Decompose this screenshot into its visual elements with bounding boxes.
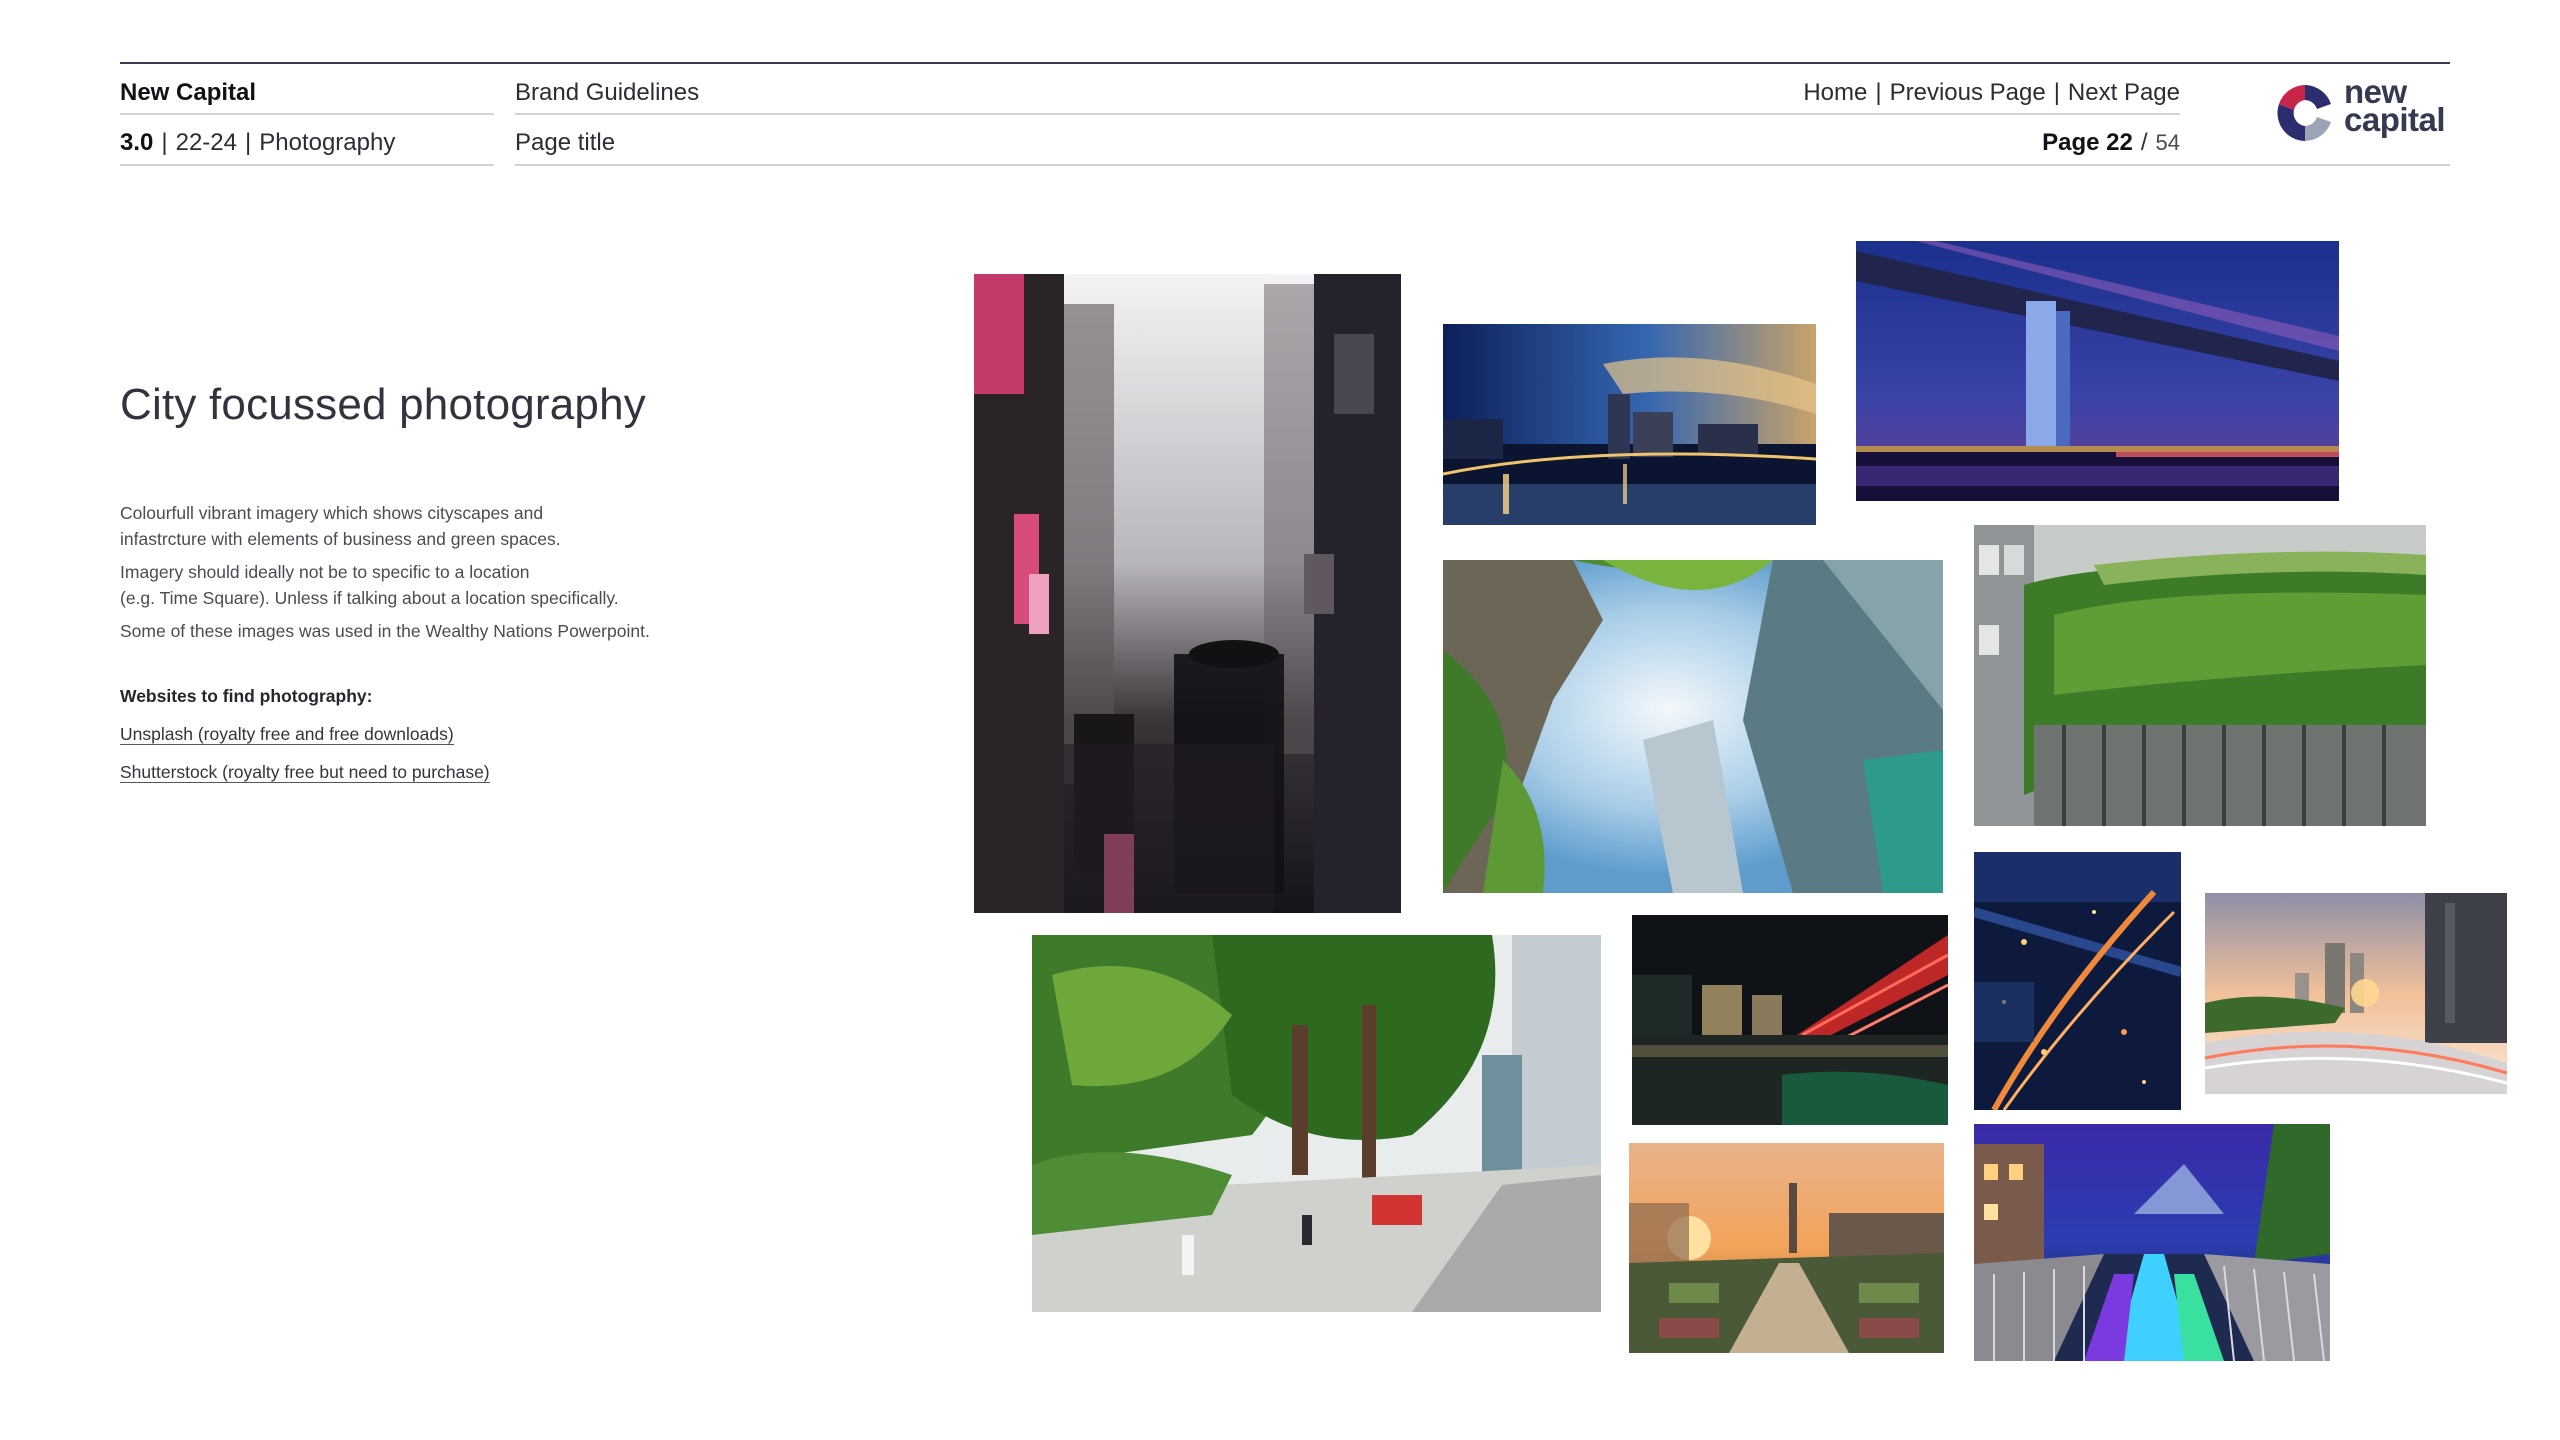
nav-next-page-link[interactable]: Next Page (2068, 79, 2180, 106)
section-name: Photography (259, 129, 396, 156)
description-line: Some of these images was used in the Wea… (120, 621, 650, 641)
description-paragraph-2: Imagery should ideally not be to specifi… (120, 559, 619, 611)
logo-wordmark: new capital (2344, 75, 2446, 138)
photo-aerial-city-night (1974, 852, 2181, 1110)
description-paragraph-3: Some of these images was used in the Wea… (120, 618, 650, 644)
header-top-rule (120, 62, 2450, 64)
photo-skyscrapers-up (1443, 560, 1943, 893)
description-paragraph-1: Colourfull vibrant imagery which shows c… (120, 500, 561, 552)
photo-helix-bridge (1632, 915, 1948, 1125)
section-info: 3.0 | 22-24 | Photography (120, 129, 396, 156)
photo-highway-sunset (2205, 893, 2507, 1094)
section-number: 3.0 (120, 129, 154, 156)
description-line: Imagery should ideally not be to specifi… (120, 562, 530, 582)
photo-harbour-skyline (1443, 324, 1816, 525)
photo-tree-lined-street (1032, 935, 1601, 1312)
photo-links-list: Unsplash (royalty free and free download… (120, 722, 454, 746)
page-indicator: Page 22/54 (2042, 129, 2180, 156)
section-heading: City focussed photography (120, 380, 646, 429)
header-divider (515, 164, 2450, 166)
header-divider (120, 164, 494, 166)
photo-illuminated-walkway (1974, 1124, 2330, 1361)
description-line: (e.g. Time Square). Unless if talking ab… (120, 588, 619, 608)
header-divider (120, 113, 494, 115)
document-title: Brand Guidelines (515, 79, 700, 106)
logo-mark-icon (2277, 85, 2331, 141)
section-pages: 22-24 (175, 129, 237, 156)
unsplash-link[interactable]: Unsplash (royalty free and free download… (120, 724, 454, 745)
page-navigation: Home | Previous Page | Next Page (1803, 79, 2180, 106)
page-total: 54 (2155, 130, 2180, 155)
new-capital-logo[interactable]: new capital (2272, 75, 2462, 148)
brand-name: New Capital (120, 79, 257, 106)
photo-rainy-street (974, 274, 1401, 913)
nav-previous-page-link[interactable]: Previous Page (1890, 79, 2046, 106)
links-heading: Websites to find photography: (120, 686, 373, 706)
photo-green-wall (1974, 525, 2426, 826)
page-number: Page 22 (2042, 129, 2133, 156)
logo-word-capital: capital (2344, 101, 2446, 138)
shutterstock-link[interactable]: Shutterstock (royalty free but need to p… (120, 762, 490, 783)
photo-bridge-night (1856, 241, 2339, 501)
description-line: infastrcture with elements of business a… (120, 529, 561, 549)
photo-city-garden-sunset (1629, 1143, 1944, 1353)
photo-links-list: Shutterstock (royalty free but need to p… (120, 760, 490, 784)
description-line: Colourfull vibrant imagery which shows c… (120, 503, 544, 523)
nav-home-link[interactable]: Home (1803, 79, 1867, 106)
header-divider (515, 113, 2180, 115)
page-title: Page title (515, 129, 616, 156)
